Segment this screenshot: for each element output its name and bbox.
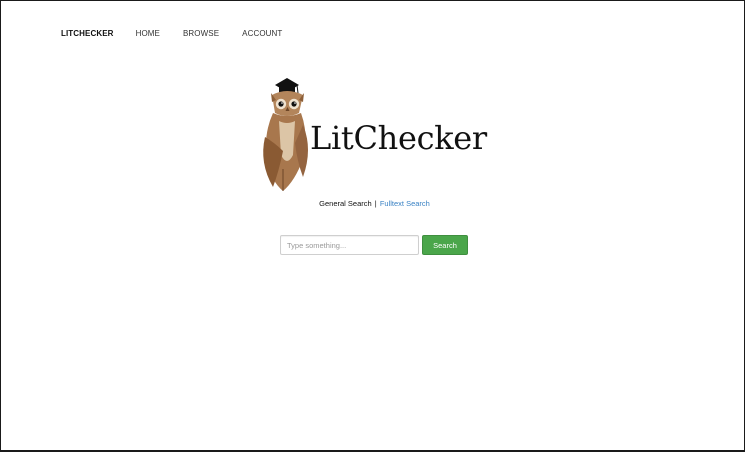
search-input[interactable]	[280, 235, 419, 255]
fulltext-search-link[interactable]: Fulltext Search	[380, 199, 430, 208]
logo-wordmark: LitChecker	[310, 119, 487, 157]
search-mode-separator: |	[374, 199, 377, 208]
search-mode-switcher: General Search | Fulltext Search	[1, 199, 747, 208]
owl-icon	[263, 78, 308, 191]
nav-home-link[interactable]: HOME	[136, 29, 160, 38]
nav-brand-link[interactable]: LITCHECKER	[61, 29, 114, 38]
nav-browse-link[interactable]: BROWSE	[183, 29, 219, 38]
nav-account-link[interactable]: ACCOUNT	[242, 29, 282, 38]
general-search-label[interactable]: General Search	[319, 199, 372, 208]
search-button[interactable]: Search	[422, 235, 468, 255]
top-navbar: LITCHECKER HOME BROWSE ACCOUNT	[61, 29, 305, 38]
browser-viewport: LITCHECKER HOME BROWSE ACCOUNT LitChecke…	[0, 0, 745, 452]
